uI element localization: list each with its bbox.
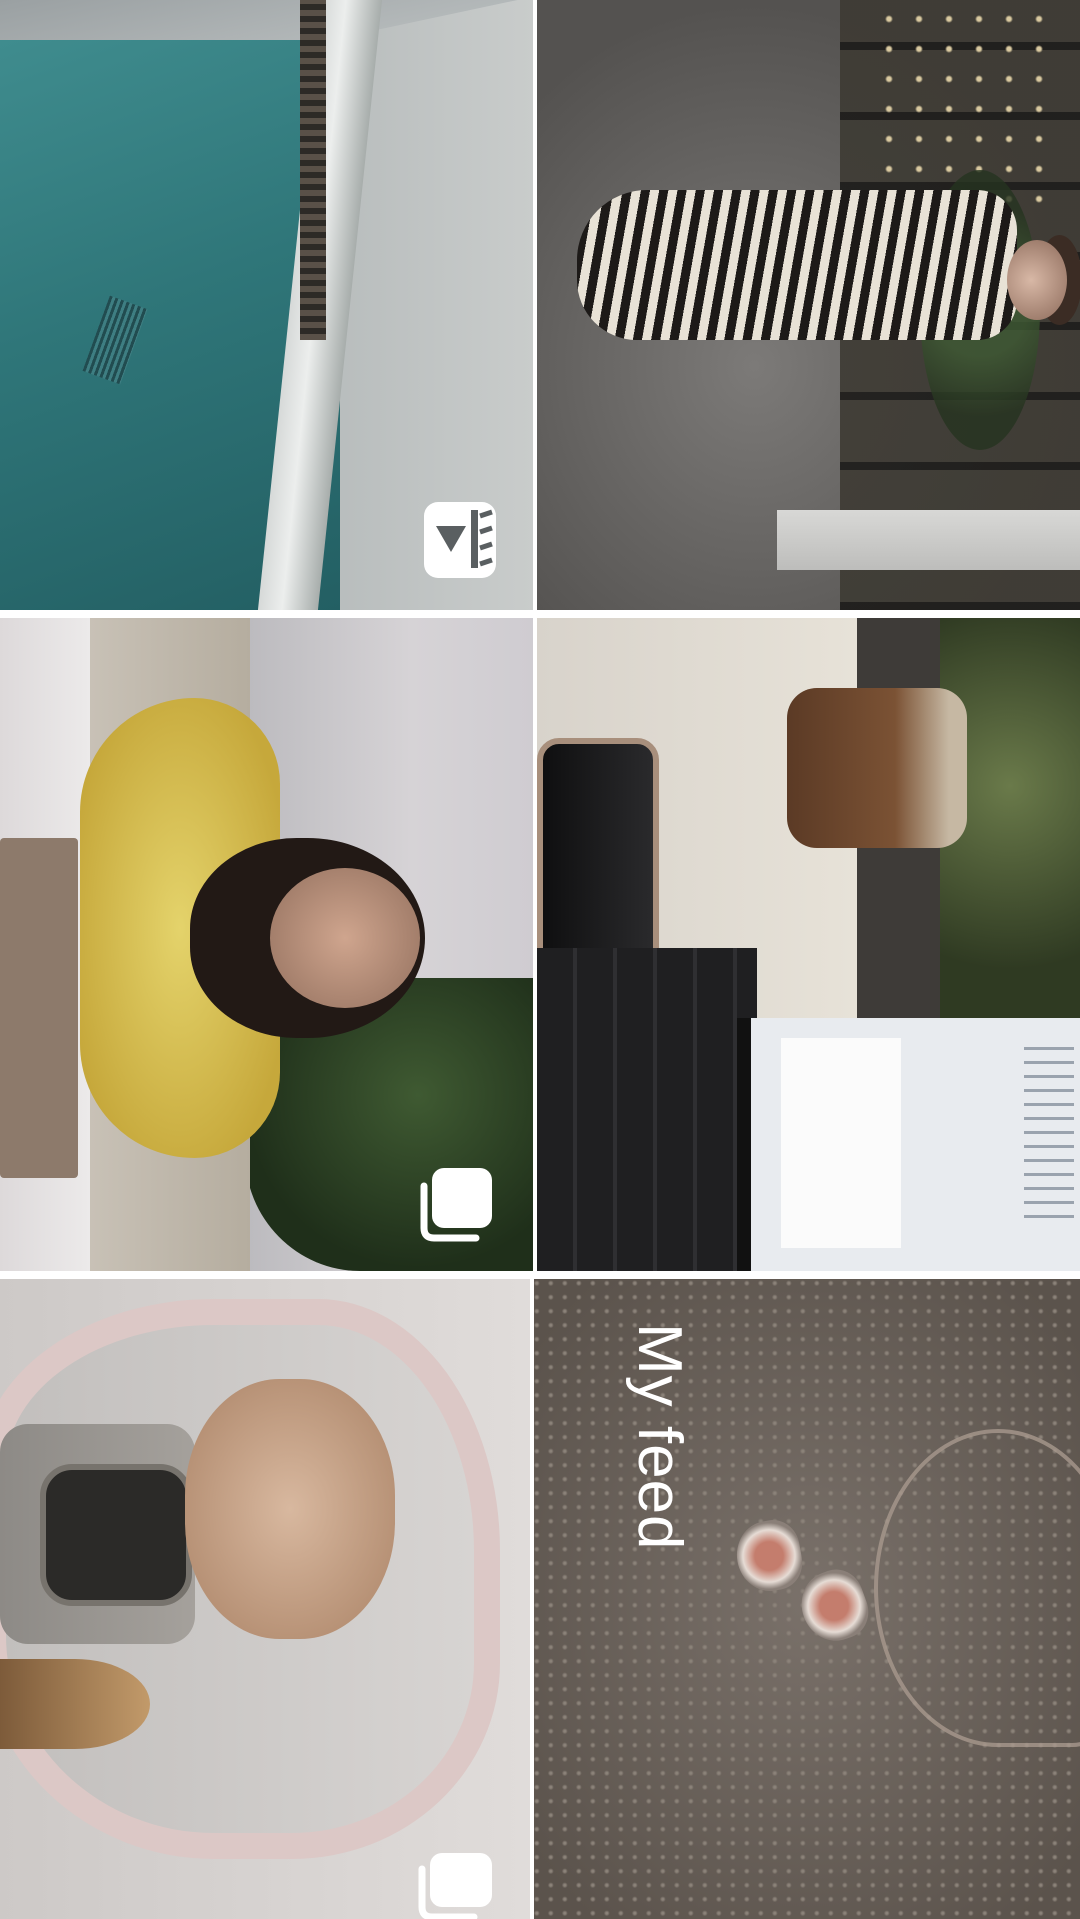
feed-post-mirror-selfie[interactable] bbox=[0, 1279, 530, 1919]
reel-icon bbox=[422, 500, 498, 580]
post-image bbox=[0, 1279, 530, 1919]
feed-post-yellow-dress[interactable] bbox=[0, 618, 533, 1271]
feed-post-zebra-outfit[interactable] bbox=[537, 0, 1080, 610]
feed-post-coffee-laptop[interactable] bbox=[537, 618, 1080, 1271]
post-image bbox=[537, 618, 1080, 1271]
post-image bbox=[537, 0, 1080, 610]
carousel-icon bbox=[418, 1164, 498, 1244]
my-feed-label: My feed bbox=[625, 1323, 694, 1551]
feed-post-pool[interactable] bbox=[0, 0, 533, 610]
carousel-icon bbox=[416, 1851, 496, 1919]
